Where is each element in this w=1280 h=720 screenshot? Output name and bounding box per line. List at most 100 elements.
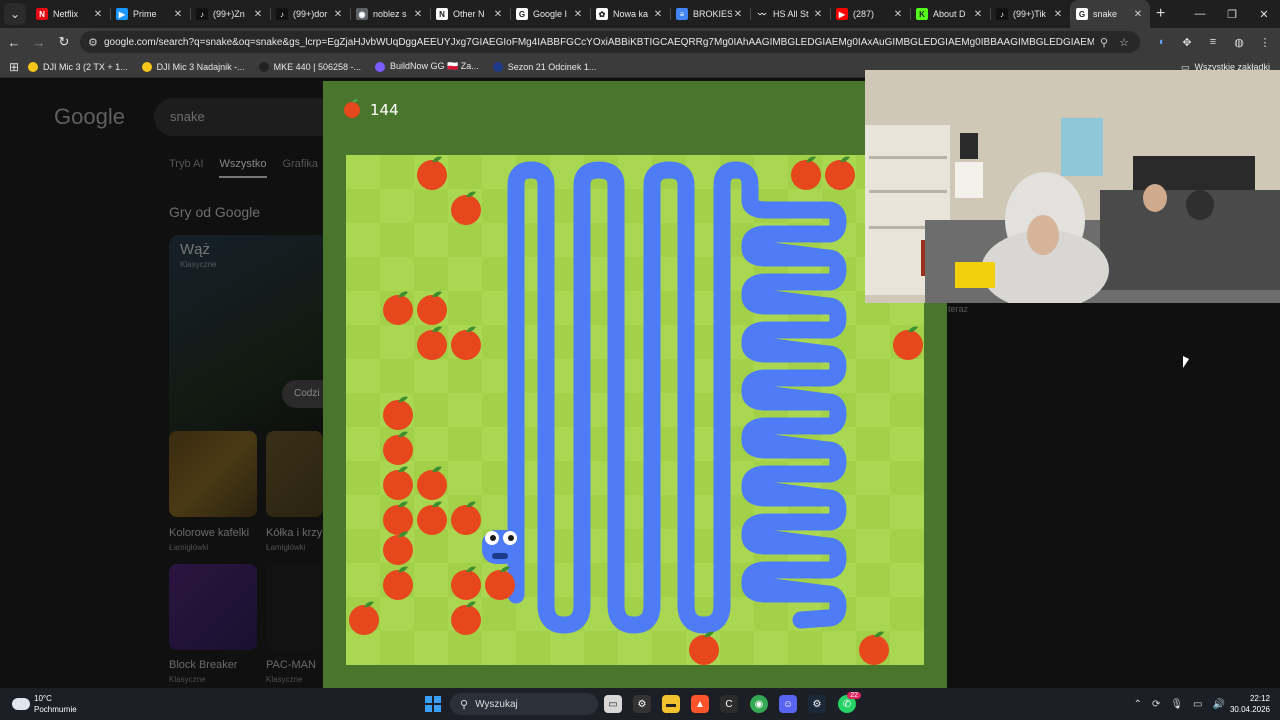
bookmark-item[interactable]: BuildNow GG 🇵🇱 Za...	[375, 61, 479, 72]
tab-close-icon[interactable]: ✕	[812, 9, 824, 20]
taskbar-search[interactable]: ⚲ Wyszukaj	[450, 693, 598, 715]
tab-close-icon[interactable]: ✕	[892, 9, 904, 20]
clock-time: 22:12	[1249, 694, 1270, 703]
tab-close-icon[interactable]: ✕	[92, 9, 104, 20]
whatsapp-icon[interactable]: ✆ 22	[838, 692, 861, 713]
menu-icon[interactable]: ⋮	[1254, 31, 1276, 53]
browser-tab[interactable]: ◉ noblez s ✕	[350, 0, 430, 28]
zoom-icon[interactable]: ⚲	[1094, 36, 1114, 49]
browser-tab[interactable]: 〰 HS All St ✕	[750, 0, 830, 28]
game-card-tiles[interactable]	[169, 431, 257, 517]
bookmark-item[interactable]: DJI Mic 3 Nadajnik -...	[141, 61, 245, 72]
tab-close-icon[interactable]: ✕	[1052, 9, 1064, 20]
board-cell	[414, 223, 449, 258]
tray-overflow-icon[interactable]: ⌃	[1134, 699, 1142, 710]
extension-icon[interactable]: ◖	[1150, 31, 1172, 53]
board-cell	[414, 563, 449, 598]
browser-tab[interactable]: N Netflix ✕	[30, 0, 110, 28]
back-icon[interactable]: ←	[3, 31, 25, 53]
tab-label: (99+)Tik	[1013, 9, 1046, 19]
apps-grid-icon[interactable]: ⊞	[0, 60, 28, 74]
tab-close-icon[interactable]: ✕	[972, 9, 984, 20]
webcam-overlay	[865, 70, 1280, 303]
board-cell	[482, 631, 517, 665]
tab-close-icon[interactable]: ✕	[652, 9, 664, 20]
board-cell	[380, 155, 415, 190]
google-logo[interactable]: Google	[54, 104, 125, 130]
tab-close-icon[interactable]: ✕	[252, 9, 264, 20]
search-tabs: Tryb AI Wszystko Grafika	[169, 158, 318, 178]
tab-close-icon[interactable]: ✕	[332, 9, 344, 20]
new-tab-button[interactable]: +	[1156, 5, 1165, 23]
brave-icon[interactable]: ▲	[691, 695, 709, 713]
tab-close-icon[interactable]: ✕	[1132, 9, 1144, 20]
game-card-block-breaker[interactable]	[169, 564, 257, 650]
browser-tab[interactable]: ≡ BROKIES ✕	[670, 0, 750, 28]
tab-all[interactable]: Wszystko	[219, 158, 267, 178]
weather-widget[interactable]: 10°C Pochmurnie	[12, 693, 77, 715]
game-card-pacman[interactable]	[266, 564, 323, 650]
board-cell	[346, 359, 381, 394]
sync-icon[interactable]: ⟳	[1152, 699, 1160, 710]
game-board[interactable]	[346, 155, 924, 665]
address-bar[interactable]: ⚙ google.com/search?q=snake&oq=snake&gs_…	[80, 31, 1140, 53]
clock[interactable]: 22:12 30.04.2026	[1230, 693, 1270, 715]
temperature: 10°C	[34, 694, 52, 703]
browser-tab[interactable]: ✿ Nowa ka ✕	[590, 0, 670, 28]
browser-tab[interactable]: ♪ (99+)Tik ✕	[990, 0, 1070, 28]
chrome-icon[interactable]: ◉	[750, 695, 768, 713]
media-control-icon[interactable]: ≡	[1202, 31, 1224, 53]
discord-icon[interactable]: ☺	[779, 695, 797, 713]
tab-close-icon[interactable]: ✕	[172, 9, 184, 20]
ccleaner-icon[interactable]: C	[720, 695, 738, 713]
minimize-icon[interactable]: —	[1184, 0, 1216, 28]
board-cell	[890, 393, 924, 428]
close-icon[interactable]: ✕	[1248, 0, 1280, 28]
tiktok-icon: ♪	[196, 8, 208, 20]
browser-tab[interactable]: G Google I ✕	[510, 0, 590, 28]
bookmark-item[interactable]: Sezon 21 Odcinek 1...	[492, 61, 596, 72]
microphone-icon[interactable]: 🎙	[1170, 699, 1183, 710]
forward-icon[interactable]: →	[28, 31, 50, 53]
window-controls: — ❐ ✕	[1184, 0, 1280, 28]
board-cell	[380, 359, 415, 394]
board-cell	[380, 325, 415, 360]
youtube-icon: ▶	[836, 8, 848, 20]
tab-close-icon[interactable]: ✕	[732, 9, 744, 20]
mouse-cursor	[1183, 356, 1189, 368]
site-info-icon[interactable]: ⚙	[88, 36, 104, 49]
board-cell	[856, 461, 891, 496]
bookmark-star-icon[interactable]: ☆	[1114, 36, 1134, 49]
steam-icon[interactable]: ⚙	[808, 695, 826, 713]
tab-images[interactable]: Grafika	[283, 158, 318, 178]
tab-close-icon[interactable]: ✕	[412, 9, 424, 20]
browser-tab[interactable]: ▶ (287) ✕	[830, 0, 910, 28]
tab-label: About D	[933, 9, 966, 19]
volume-icon[interactable]: 🔊	[1213, 699, 1225, 710]
windows-start-icon[interactable]	[425, 696, 441, 712]
tab-close-icon[interactable]: ✕	[572, 9, 584, 20]
browser-tab[interactable]: Gsnake ✕	[1070, 0, 1150, 28]
file-explorer-icon[interactable]: ▬	[662, 695, 680, 713]
browser-tab[interactable]: N Other N ✕	[430, 0, 510, 28]
browser-tab[interactable]: ♪ (99+)Zn ✕	[190, 0, 270, 28]
game-card-tictactoe[interactable]	[266, 431, 323, 517]
copilot-icon[interactable]: ⚙	[633, 695, 651, 713]
tab-search-button[interactable]: ⌄	[4, 3, 26, 25]
snake-game[interactable]: 144	[323, 81, 947, 688]
maximize-icon[interactable]: ❐	[1216, 0, 1248, 28]
tab-ai-mode[interactable]: Tryb AI	[169, 158, 203, 178]
bookmark-item[interactable]: DJI Mic 3 (2 TX + 1...	[28, 61, 128, 72]
board-cell	[516, 631, 551, 665]
task-view-icon[interactable]: ▭	[604, 695, 622, 713]
profile-avatar-icon[interactable]: ◍	[1228, 31, 1250, 53]
game-card-subtitle: Klasyczne	[169, 675, 206, 684]
browser-tab[interactable]: K About D ✕	[910, 0, 990, 28]
reload-icon[interactable]: ↻	[53, 31, 75, 53]
display-icon[interactable]: ▭	[1193, 699, 1202, 710]
extensions-puzzle-icon[interactable]: ✥	[1176, 31, 1198, 53]
browser-tab[interactable]: ▶ Prime ✕	[110, 0, 190, 28]
tab-close-icon[interactable]: ✕	[492, 9, 504, 20]
bookmark-item[interactable]: MKE 440 | 506258 -...	[258, 61, 361, 72]
browser-tab[interactable]: ♪ (99+)dor ✕	[270, 0, 350, 28]
